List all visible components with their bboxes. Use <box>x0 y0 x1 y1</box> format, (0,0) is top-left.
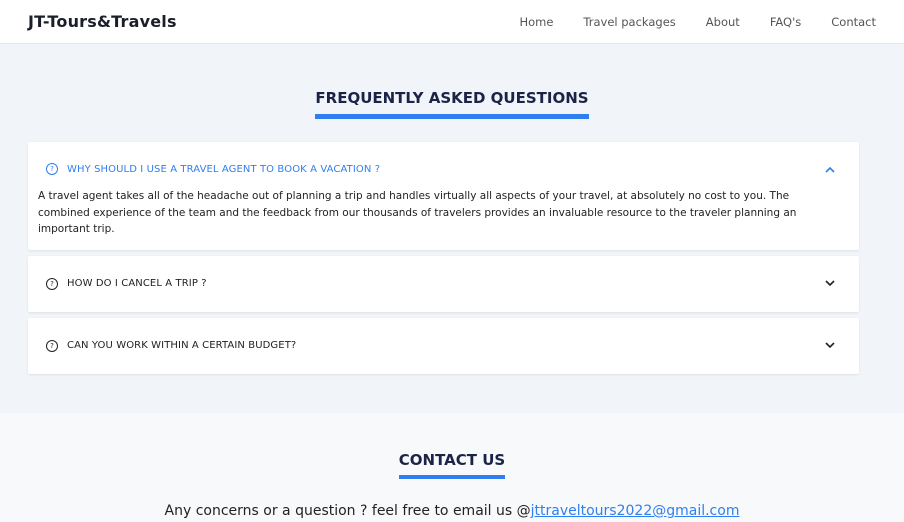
faq-question-3[interactable]: ? CAN YOU WORK WITHIN A CERTAIN BUDGET? <box>28 318 859 374</box>
contact-section: CONTACT US Any concerns or a question ? … <box>0 413 904 522</box>
faq-question-2-content: ? HOW DO I CANCEL A TRIP ? <box>46 277 207 290</box>
faq-question-2[interactable]: ? HOW DO I CANCEL A TRIP ? <box>28 256 859 312</box>
question-circle-icon: ? <box>46 277 58 290</box>
faq-item-3: ? CAN YOU WORK WITHIN A CERTAIN BUDGET? <box>28 317 859 374</box>
nav-link-home[interactable]: Home <box>519 15 553 29</box>
contact-email-link[interactable]: jttraveltours2022@gmail.com <box>531 503 740 519</box>
nav-link-contact[interactable]: Contact <box>831 15 876 29</box>
faq-title-wrap: FREQUENTLY ASKED QUESTIONS <box>0 88 904 119</box>
faq-item-1: ? WHY SHOULD I USE A TRAVEL AGENT TO BOO… <box>28 142 859 250</box>
faq-title-text: FREQUENTLY ASKED QUESTIONS <box>315 89 589 107</box>
faq-question-1-text: WHY SHOULD I USE A TRAVEL AGENT TO BOOK … <box>67 163 381 175</box>
faq-title-underline <box>315 114 589 119</box>
contact-title-underline <box>398 475 506 479</box>
contact-text: Any concerns or a question ? feel free t… <box>0 503 904 519</box>
chevron-down-icon[interactable] <box>823 339 837 353</box>
faq-question-2-text: HOW DO I CANCEL A TRIP ? <box>67 278 207 289</box>
nav-link-about[interactable]: About <box>706 15 740 29</box>
question-circle-icon: ? <box>46 339 58 352</box>
faq-question-3-text: CAN YOU WORK WITHIN A CERTAIN BUDGET? <box>67 340 297 351</box>
faq-answer-1: A travel agent takes all of the headache… <box>38 190 797 235</box>
nav-links: Home Travel packages About FAQ's Contact <box>489 15 876 29</box>
faq-section: FREQUENTLY ASKED QUESTIONS ? WHY SHOULD … <box>0 44 904 413</box>
faq-list: ? WHY SHOULD I USE A TRAVEL AGENT TO BOO… <box>28 142 859 374</box>
nav-link-travel-packages[interactable]: Travel packages <box>583 15 675 29</box>
chevron-up-icon[interactable] <box>823 162 837 176</box>
faq-question-3-content: ? CAN YOU WORK WITHIN A CERTAIN BUDGET? <box>46 339 297 352</box>
chevron-down-icon[interactable] <box>823 277 837 291</box>
contact-title-wrap: CONTACT US <box>0 450 904 479</box>
nav-link-faqs[interactable]: FAQ's <box>770 15 801 29</box>
faq-title: FREQUENTLY ASKED QUESTIONS <box>315 88 589 119</box>
faq-item-2: ? HOW DO I CANCEL A TRIP ? <box>28 255 859 312</box>
question-circle-icon: ? <box>46 163 58 175</box>
contact-message: Any concerns or a question ? feel free t… <box>164 503 531 519</box>
contact-title-text: CONTACT US <box>398 451 506 469</box>
brand-logo[interactable]: JT-Tours&Travels <box>28 12 177 31</box>
navbar: JT-Tours&Travels Home Travel packages Ab… <box>0 0 904 44</box>
faq-question-1-content: ? WHY SHOULD I USE A TRAVEL AGENT TO BOO… <box>46 163 380 175</box>
contact-title: CONTACT US <box>398 450 506 479</box>
